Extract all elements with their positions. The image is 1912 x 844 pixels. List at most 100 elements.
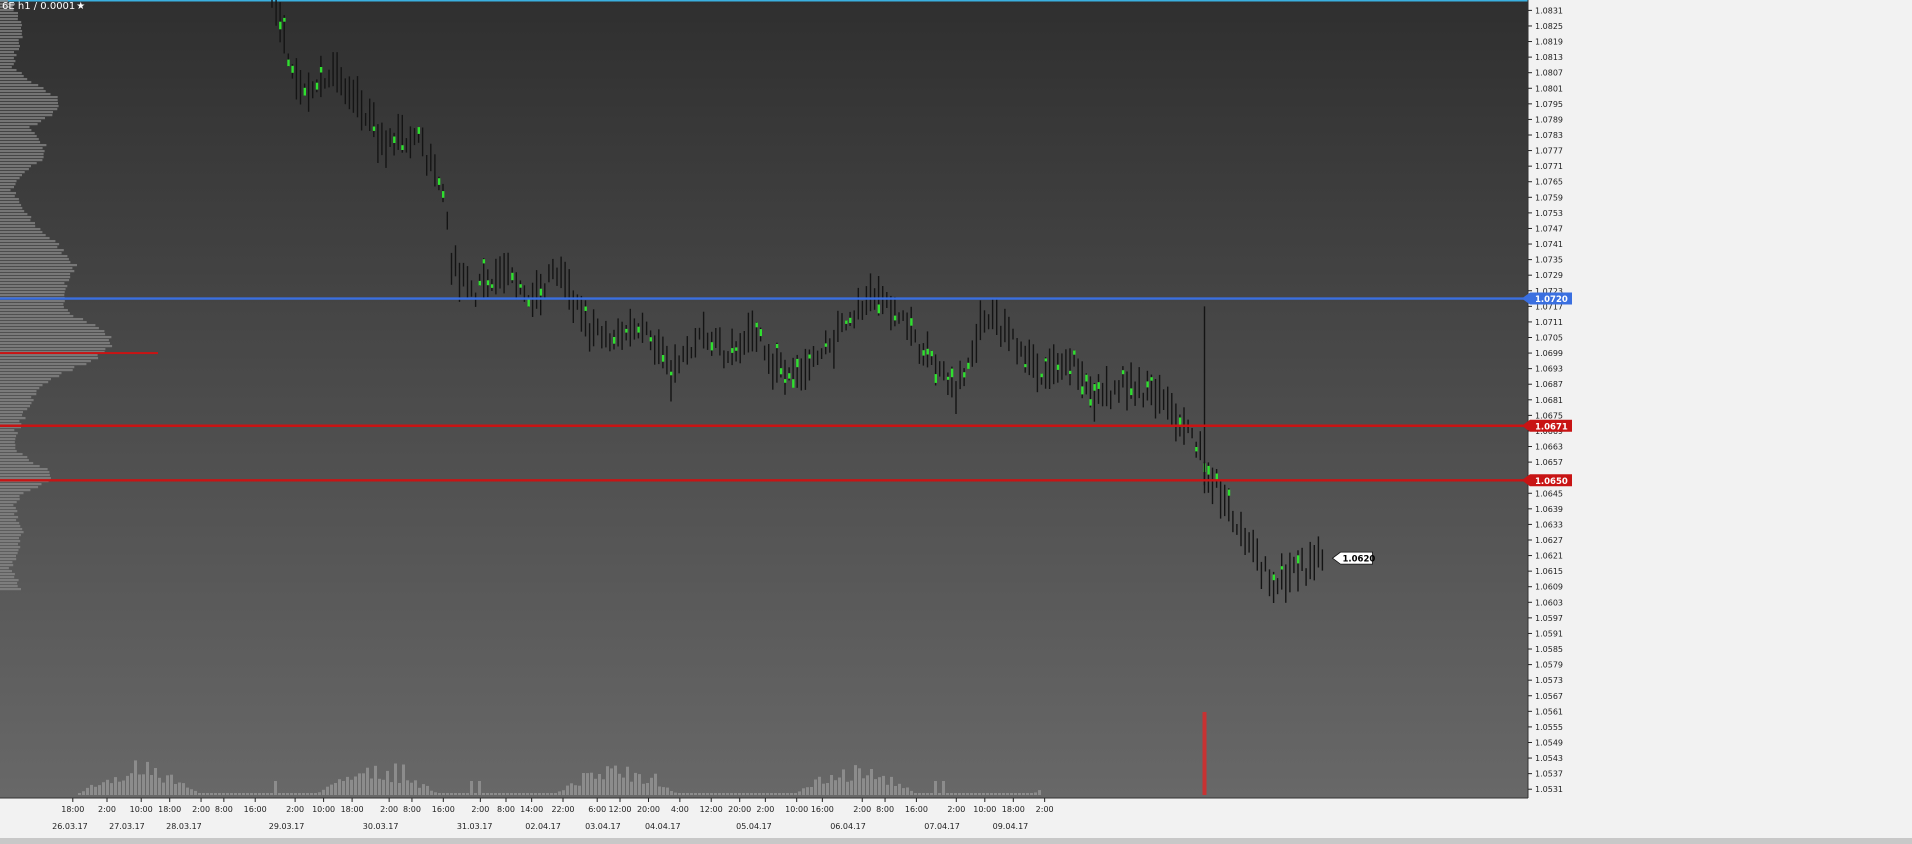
price-bar-segment [845, 320, 848, 324]
volume-bar [542, 793, 545, 795]
volume-bar [626, 766, 629, 795]
price-tick-label: 1.0759 [1535, 193, 1563, 202]
volume-bar [778, 793, 781, 795]
volume-bar [990, 793, 993, 795]
profile-bar [0, 138, 39, 141]
volume-bar [974, 793, 977, 795]
profile-bar [0, 246, 58, 249]
profile-bar [0, 174, 22, 177]
time-tick-label: 10:00 [312, 805, 335, 814]
profile-bar [0, 81, 32, 84]
volume-bar [786, 793, 789, 795]
profile-bar [0, 486, 39, 489]
volume-bar [182, 783, 185, 795]
profile-bar [0, 465, 40, 468]
chart-canvas[interactable]: 1.07201.06711.06501.08311.08251.08191.08… [0, 0, 1912, 844]
profile-bar [0, 240, 56, 243]
price-tick-label: 1.0531 [1535, 785, 1563, 794]
volume-bar [314, 793, 317, 795]
volume-bar [298, 793, 301, 795]
volume-bar [106, 779, 109, 795]
time-tick-label: 2:00 [286, 805, 304, 814]
time-tick-label: 8:00 [403, 805, 421, 814]
volume-bar [594, 778, 597, 795]
volume-bar [478, 781, 481, 795]
volume-bar [966, 793, 969, 795]
profile-bar [0, 516, 19, 519]
volume-bar [670, 791, 673, 795]
time-tick-label: 10:00 [785, 805, 808, 814]
profile-bar [0, 93, 51, 96]
price-bar-segment [1081, 386, 1084, 395]
volume-bar [398, 783, 401, 795]
profile-bar [0, 186, 14, 189]
profile-bar [0, 504, 14, 507]
volume-bar [590, 772, 593, 795]
volume-bar [370, 778, 373, 795]
date-label: 28.03.17 [166, 822, 202, 831]
time-tick-label: 10:00 [130, 805, 153, 814]
time-tick-label: 6:00 [588, 805, 606, 814]
price-bar-segment [1069, 370, 1072, 374]
price-tick-label: 1.0801 [1535, 84, 1563, 93]
time-tick-label: 16:00 [811, 805, 834, 814]
volume-bar [726, 793, 729, 795]
profile-bar [0, 258, 69, 261]
volume-bar [1026, 793, 1029, 795]
time-tick-label: 2:00 [471, 805, 489, 814]
axis-corner [1528, 798, 1912, 838]
profile-bar [0, 78, 28, 81]
volume-bar [958, 793, 961, 795]
profile-bar [0, 444, 16, 447]
volume-bar [978, 793, 981, 795]
volume-bar [914, 793, 917, 795]
profile-bar [0, 363, 87, 366]
profile-bar [0, 114, 53, 117]
volume-bar [850, 780, 853, 795]
price-tick-label: 1.0633 [1535, 520, 1563, 529]
volume-bar [926, 793, 929, 795]
volume-bar [838, 777, 841, 795]
price-bar-segment [661, 355, 665, 362]
volume-bar [550, 793, 553, 795]
price-bar-segment [584, 306, 587, 311]
profile-bar [0, 318, 84, 321]
price-bar-segment [1056, 364, 1060, 370]
volume-bar [306, 793, 309, 795]
profile-bar [0, 270, 75, 273]
volume-bar [102, 782, 105, 795]
price-bar-segment [731, 348, 734, 353]
volume-bar-spike [1202, 712, 1207, 795]
price-bar-segment [625, 328, 628, 333]
price-bar-segment [849, 317, 852, 323]
star-icon[interactable]: ★ [76, 1, 85, 12]
time-tick-label: 2:00 [853, 805, 871, 814]
volume-bar [526, 793, 529, 795]
profile-bar [0, 33, 22, 36]
date-label: 09.04.17 [993, 822, 1029, 831]
price-tick-label: 1.0615 [1535, 567, 1563, 576]
volume-bar [886, 784, 889, 795]
volume-bar [226, 793, 229, 795]
volume-bar [390, 782, 393, 795]
volume-bar [286, 793, 289, 795]
volume-bar [858, 768, 861, 795]
price-tick-label: 1.0807 [1535, 69, 1563, 78]
volume-bar [322, 789, 325, 795]
volume-bar [906, 787, 909, 795]
volume-bar [878, 777, 881, 795]
volume-bar [578, 785, 581, 795]
profile-bar [0, 501, 17, 504]
profile-bar [0, 339, 109, 342]
volume-bar [810, 787, 813, 795]
volume-bar [290, 793, 293, 795]
price-tick-label: 1.0561 [1535, 707, 1563, 716]
horizontal-scrollbar[interactable] [0, 838, 1912, 844]
volume-bar [126, 775, 129, 795]
profile-bar [0, 30, 23, 33]
price-bar-segment [1195, 447, 1198, 452]
date-label: 27.03.17 [109, 822, 145, 831]
last-price-label: 1.0620 [1343, 554, 1376, 564]
volume-bar [942, 781, 945, 795]
chart[interactable]: 1.07201.06711.06501.08311.08251.08191.08… [0, 0, 1912, 844]
